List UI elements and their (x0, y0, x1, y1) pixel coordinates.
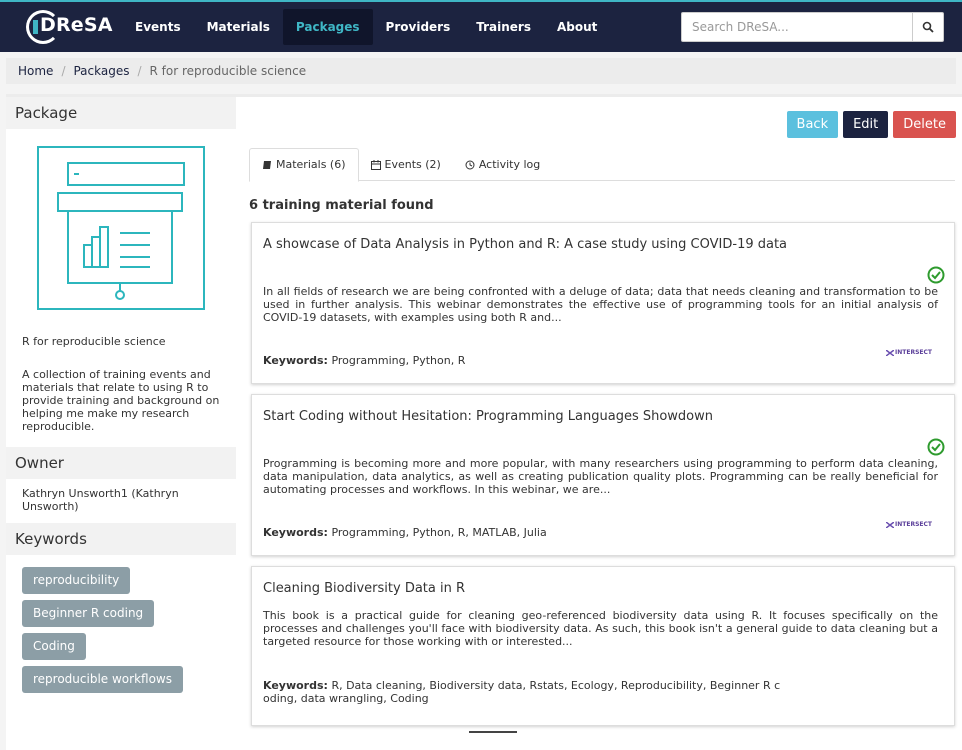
owner-heading: Owner (6, 447, 236, 479)
material-keywords: Keywords: Programming, Python, R (263, 354, 465, 367)
action-buttons: Back Edit Delete (782, 111, 956, 138)
provider-logo-mark (886, 349, 895, 356)
search-button[interactable] (912, 12, 944, 42)
calendar-icon (370, 159, 381, 170)
verified-check-icon (927, 438, 945, 456)
tab-activity-log[interactable]: Activity log (453, 148, 552, 181)
keywords-heading: Keywords (6, 523, 236, 555)
nav-packages[interactable]: Packages (282, 9, 373, 45)
book-icon (263, 161, 271, 169)
tab-events[interactable]: Events (2) (359, 148, 453, 181)
provider-logo-text: INTERSECT (895, 521, 932, 528)
results-count: 6 training material found (249, 198, 434, 213)
material-keywords: Keywords: Programming, Python, R, MATLAB… (263, 526, 547, 539)
owner-name[interactable]: Kathryn Unsworth1 (Kathryn Unsworth) (6, 479, 236, 523)
presentation-icon (36, 145, 206, 315)
tab-events-label: Events (2) (384, 157, 441, 171)
edit-button[interactable]: Edit (843, 111, 889, 138)
provider-logo[interactable]: INTERSECT (886, 521, 932, 528)
material-card[interactable]: Start Coding without Hesitation: Program… (251, 394, 955, 556)
scroll-handle[interactable] (469, 731, 517, 733)
brand-logo[interactable]: DReSA (24, 6, 112, 46)
verified-check-icon (927, 266, 945, 284)
package-sidebar: Package R for reproducible science A col (6, 94, 236, 750)
keyword-list: reproducibility Beginner R coding Coding… (6, 555, 236, 699)
keyword-tag[interactable]: Coding (22, 633, 86, 660)
breadcrumb: Home / Packages / R for reproducible sci… (6, 58, 956, 84)
provider-logo-mark (886, 521, 895, 528)
keywords-value: R, Data cleaning, Biodiversity data, Rst… (331, 679, 781, 692)
keywords-label: Keywords: (263, 679, 328, 692)
tab-materials-label: Materials (6) (276, 158, 346, 171)
breadcrumb-separator: / (137, 64, 142, 78)
package-heading: Package (6, 97, 236, 129)
nav-events[interactable]: Events (122, 9, 194, 45)
breadcrumb-separator: / (61, 64, 66, 78)
brand-name: DReSA (40, 14, 113, 36)
provider-logo[interactable]: INTERSECT (886, 349, 932, 356)
keywords-label: Keywords: (263, 526, 328, 539)
keyword-tag[interactable]: reproducibility (22, 567, 131, 594)
clock-icon (465, 160, 475, 169)
material-title[interactable]: A showcase of Data Analysis in Python an… (263, 237, 787, 252)
nav-providers[interactable]: Providers (373, 9, 464, 45)
nav-materials[interactable]: Materials (194, 9, 283, 45)
keywords-value: Programming, Python, R, MATLAB, Julia (331, 526, 547, 539)
tab-materials[interactable]: Materials (6) (249, 148, 359, 182)
nav-links: Events Materials Packages Providers Trai… (122, 2, 610, 52)
top-navbar: DReSA Events Materials Packages Provider… (0, 0, 962, 52)
breadcrumb-current: R for reproducible science (149, 64, 307, 78)
back-button[interactable]: Back (786, 111, 839, 138)
package-main: Back Edit Delete Materials (6) Events (2… (236, 94, 962, 750)
keywords-value-continued: oding, data wrangling, Coding (263, 692, 429, 705)
search-icon (922, 21, 934, 33)
keywords-label: Keywords: (263, 354, 328, 367)
breadcrumb-home[interactable]: Home (18, 64, 53, 78)
keywords-value: Programming, Python, R (331, 354, 466, 367)
material-description: Programming is becoming more and more po… (263, 457, 938, 496)
material-card[interactable]: Cleaning Biodiversity Data in R This boo… (251, 566, 955, 726)
search-form (681, 12, 944, 42)
nav-trainers[interactable]: Trainers (463, 9, 544, 45)
keyword-tag[interactable]: reproducible workflows (22, 666, 183, 693)
material-description: In all fields of research we are being c… (263, 285, 938, 324)
material-title[interactable]: Cleaning Biodiversity Data in R (263, 581, 465, 596)
material-keywords: Keywords: R, Data cleaning, Biodiversity… (263, 679, 780, 705)
material-card[interactable]: A showcase of Data Analysis in Python an… (251, 222, 955, 384)
provider-logo-text: INTERSECT (895, 349, 932, 356)
package-title: R for reproducible science (22, 335, 166, 348)
search-input[interactable] (681, 12, 912, 42)
tab-activity-label: Activity log (478, 157, 541, 171)
breadcrumb-packages[interactable]: Packages (73, 64, 129, 78)
material-title[interactable]: Start Coding without Hesitation: Program… (263, 409, 713, 424)
keyword-tag[interactable]: Beginner R coding (22, 600, 155, 627)
nav-about[interactable]: About (544, 9, 610, 45)
material-description: This book is a practical guide for clean… (263, 609, 938, 648)
package-tabs: Materials (6) Events (2) Activity log (249, 148, 955, 182)
delete-button[interactable]: Delete (893, 111, 956, 138)
package-description: A collection of training events and mate… (22, 368, 220, 433)
